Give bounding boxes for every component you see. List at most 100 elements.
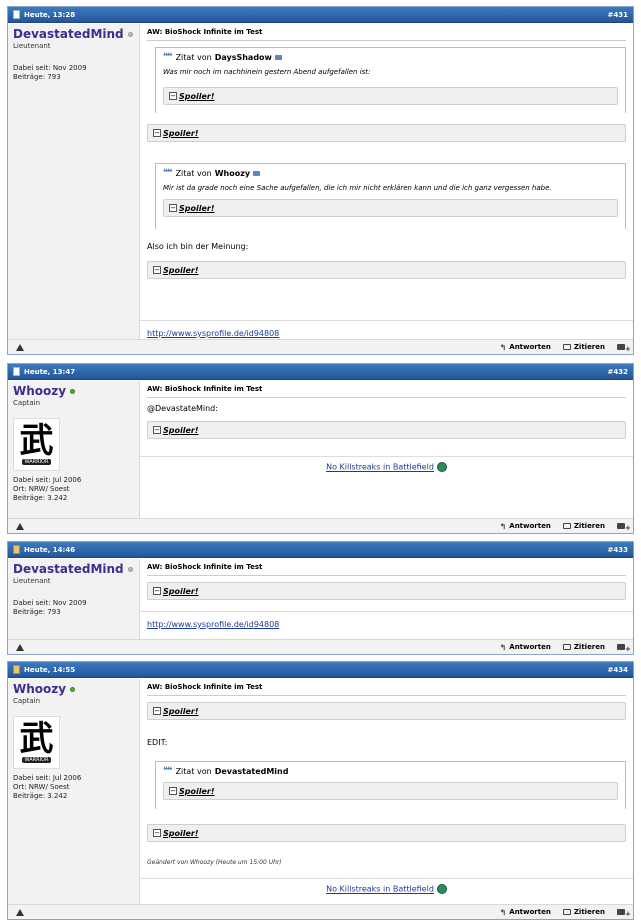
user-info: Whoozy Captain 武 WARRIOR Dabei seit: Jul … (8, 679, 140, 904)
post-title: AW: BioShock Infinite im Test (147, 563, 626, 576)
user-stats: Dabei seit: Nov 2009 Beiträge: 793 (13, 599, 87, 616)
warning-triangle-icon[interactable] (16, 343, 24, 351)
multiquote-plus-icon (617, 644, 631, 653)
spoiler-toggle[interactable]: − Spoiler! (147, 582, 626, 600)
signature-link[interactable]: No Killstreaks in Battlefield (326, 885, 434, 894)
post-date: Heute, 14:55 (24, 665, 76, 674)
battlefield-badge-icon (436, 462, 447, 472)
username-link[interactable]: Whoozy (13, 384, 134, 398)
signature-link[interactable]: No Killstreaks in Battlefield (326, 463, 434, 472)
post-text: @DevastateMind: (147, 404, 218, 413)
quote-icon: ❝❝ (163, 168, 173, 178)
warning-triangle-icon[interactable] (16, 522, 24, 530)
post-number-link[interactable]: #433 (608, 546, 628, 554)
quote-block: ❝❝ Zitat von DaysShadow Was mir noch im na… (155, 47, 626, 113)
quote-button[interactable]: Zitieren (562, 522, 605, 530)
reply-button[interactable]: ↰ Antworten (500, 643, 551, 652)
quote-bubble-icon (562, 523, 571, 529)
quote-button[interactable]: Zitieren (562, 343, 605, 351)
reply-button[interactable]: ↰ Antworten (500, 522, 551, 531)
post-footer: ↰ Antworten Zitieren (8, 904, 633, 919)
document-new-icon (13, 545, 20, 554)
document-new-icon (13, 665, 20, 674)
multiquote-button[interactable] (617, 344, 631, 353)
quote-button[interactable]: Zitieren (562, 643, 605, 651)
multiquote-plus-icon (617, 909, 631, 918)
quote-bubble-icon (562, 644, 571, 650)
quote-author: DaysShadow (214, 52, 272, 62)
collapse-icon: − (153, 587, 161, 595)
collapse-icon: − (169, 787, 177, 795)
post-title: AW: BioShock Infinite im Test (147, 28, 626, 41)
view-post-icon[interactable] (253, 170, 261, 176)
reply-arrow-icon: ↰ (499, 521, 507, 531)
post-footer: ↰ Antworten Zitieren (8, 639, 633, 654)
avatar[interactable]: 武 WARRIOR (13, 716, 60, 769)
collapse-icon: − (153, 426, 161, 434)
spoiler-toggle[interactable]: − Spoiler! (147, 421, 626, 439)
collapse-icon: − (169, 204, 177, 212)
post-434: Heute, 14:55 #434 Whoozy Captain 武 WARRIO… (7, 661, 634, 920)
online-dot-icon (70, 686, 76, 692)
signature-link[interactable]: http://www.sysprofile.de/id94808 (147, 620, 279, 629)
spoiler-toggle[interactable]: − Spoiler! (163, 782, 618, 800)
warning-triangle-icon[interactable] (16, 908, 24, 916)
post-number-link[interactable]: #431 (608, 11, 628, 19)
username-link[interactable]: DevastatedMind (13, 27, 134, 41)
post-431: Heute, 13:28 #431 DevastatedMind Lieuten… (7, 6, 634, 355)
post-number-link[interactable]: #434 (608, 666, 628, 674)
spoiler-toggle[interactable]: − Spoiler! (147, 702, 626, 720)
avatar[interactable]: 武 WARRIOR (13, 418, 60, 471)
user-stats: Dabei seit: Nov 2009 Beiträge: 793 (13, 64, 87, 81)
quote-bubble-icon (562, 909, 571, 915)
user-info: Whoozy Captain 武 WARRIOR Dabei seit: Jul … (8, 381, 140, 518)
post-footer: ↰ Antworten Zitieren (8, 518, 633, 533)
signature: http://www.sysprofile.de/id94808 (140, 611, 633, 635)
post-433: Heute, 14:46 #433 DevastatedMind Lieuten… (7, 541, 634, 655)
quote-block: ❝❝ Zitat von Whoozy Mir ist da grade noch … (155, 163, 626, 229)
battlefield-badge-icon (436, 884, 447, 894)
quote-button[interactable]: Zitieren (562, 908, 605, 916)
spoiler-toggle[interactable]: − Spoiler! (147, 824, 626, 842)
reply-button[interactable]: ↰ Antworten (500, 343, 551, 352)
user-stats: Dabei seit: Jul 2006 Ort: NRW/ Soest Bei… (13, 774, 82, 800)
signature: No Killstreaks in Battlefield (140, 456, 633, 482)
user-info: DevastatedMind Lieutenant Dabei seit: No… (8, 24, 140, 339)
post-header: Heute, 13:28 #431 (8, 7, 633, 23)
quote-icon: ❝❝ (163, 766, 173, 776)
view-post-icon[interactable] (274, 54, 282, 60)
post-text: Also ich bin der Meinung: (147, 242, 249, 251)
multiquote-button[interactable] (617, 909, 631, 918)
post-432: Heute, 13:47 #432 Whoozy Captain 武 WARRIO… (7, 363, 634, 534)
edit-note: Geändert von Whoozy (Heute um 15:00 Uhr) (147, 859, 282, 866)
online-dot-icon (70, 388, 76, 394)
user-info: DevastatedMind Lieutenant Dabei seit: No… (8, 559, 140, 639)
multiquote-button[interactable] (617, 523, 631, 532)
warning-triangle-icon[interactable] (16, 643, 24, 651)
quote-icon: ❝❝ (163, 52, 173, 62)
reply-button[interactable]: ↰ Antworten (500, 908, 551, 917)
collapse-icon: − (153, 829, 161, 837)
collapse-icon: − (153, 266, 161, 274)
spoiler-toggle[interactable]: − Spoiler! (147, 261, 626, 279)
spoiler-toggle[interactable]: − Spoiler! (147, 124, 626, 142)
post-title: AW: BioShock Infinite im Test (147, 683, 626, 696)
username-link[interactable]: Whoozy (13, 682, 134, 696)
reply-arrow-icon: ↰ (499, 907, 507, 917)
collapse-icon: − (169, 92, 177, 100)
post-header: Heute, 14:46 #433 (8, 542, 633, 558)
offline-dot-icon (127, 31, 133, 37)
document-icon (13, 367, 20, 376)
spoiler-toggle[interactable]: − Spoiler! (163, 87, 618, 105)
post-number-link[interactable]: #432 (608, 368, 628, 376)
reply-arrow-icon: ↰ (499, 342, 507, 352)
username-link[interactable]: DevastatedMind (13, 562, 134, 576)
quote-text: Mir ist da grade noch eine Sache aufgefa… (163, 184, 552, 192)
multiquote-button[interactable] (617, 644, 631, 653)
collapse-icon: − (153, 707, 161, 715)
offline-dot-icon (127, 566, 133, 572)
signature-link[interactable]: http://www.sysprofile.de/id94808 (147, 329, 279, 338)
post-footer: ↰ Antworten Zitieren (8, 339, 633, 354)
spoiler-toggle[interactable]: − Spoiler! (163, 199, 618, 217)
user-stats: Dabei seit: Jul 2006 Ort: NRW/ Soest Bei… (13, 476, 82, 502)
